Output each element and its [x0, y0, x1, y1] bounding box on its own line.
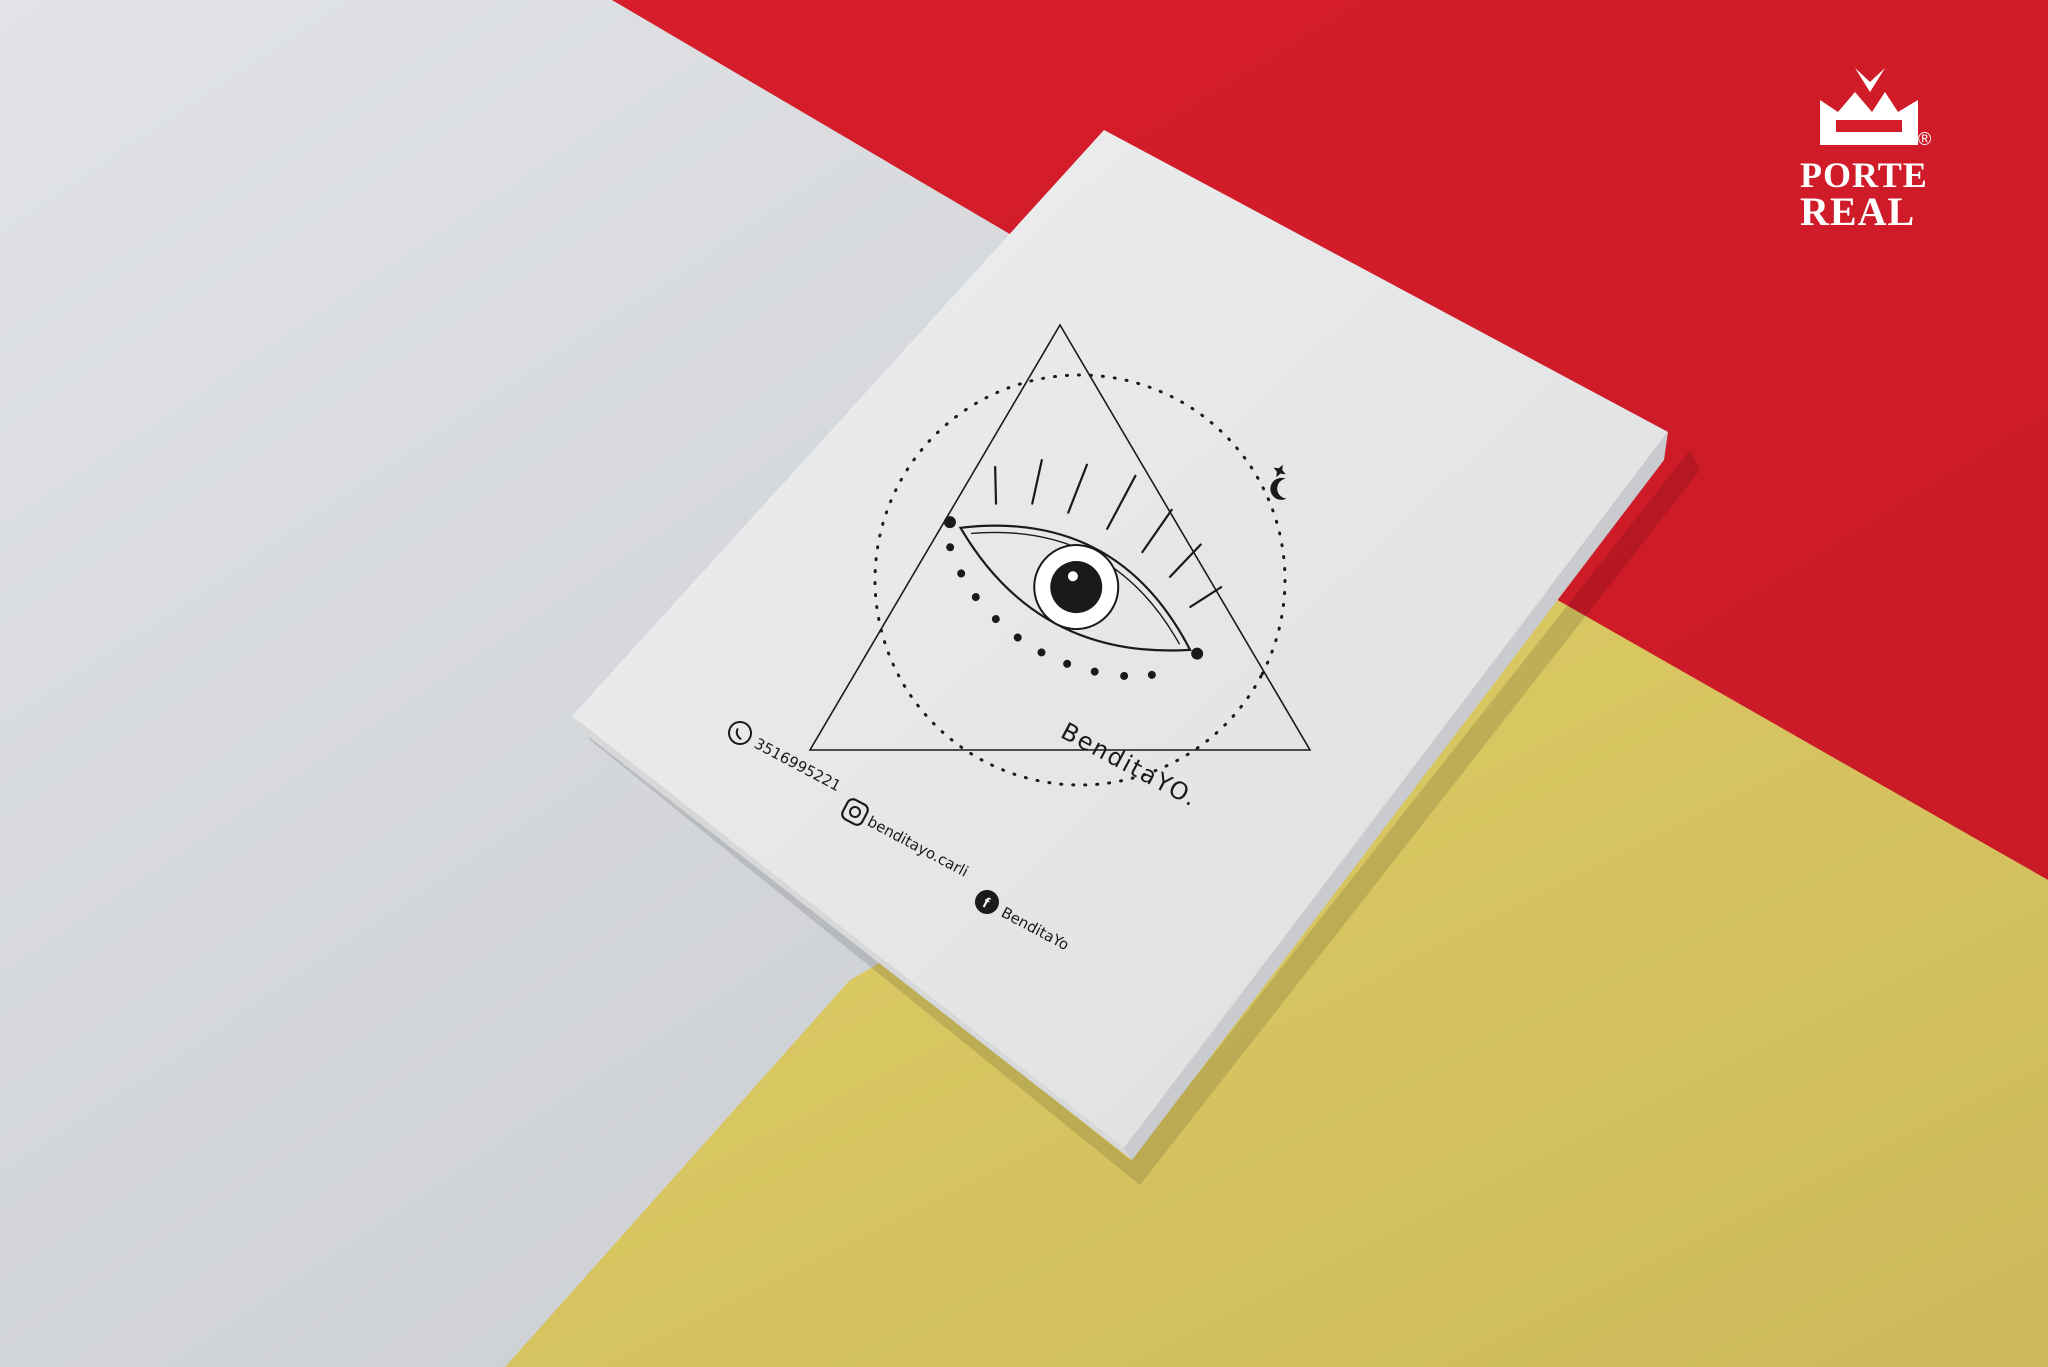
brand-line-2: REAL — [1800, 189, 1915, 234]
product-photo: BenditaYO. 3516995221 benditayo.carli f … — [0, 0, 2048, 1367]
registered-mark: ® — [1918, 129, 1931, 149]
